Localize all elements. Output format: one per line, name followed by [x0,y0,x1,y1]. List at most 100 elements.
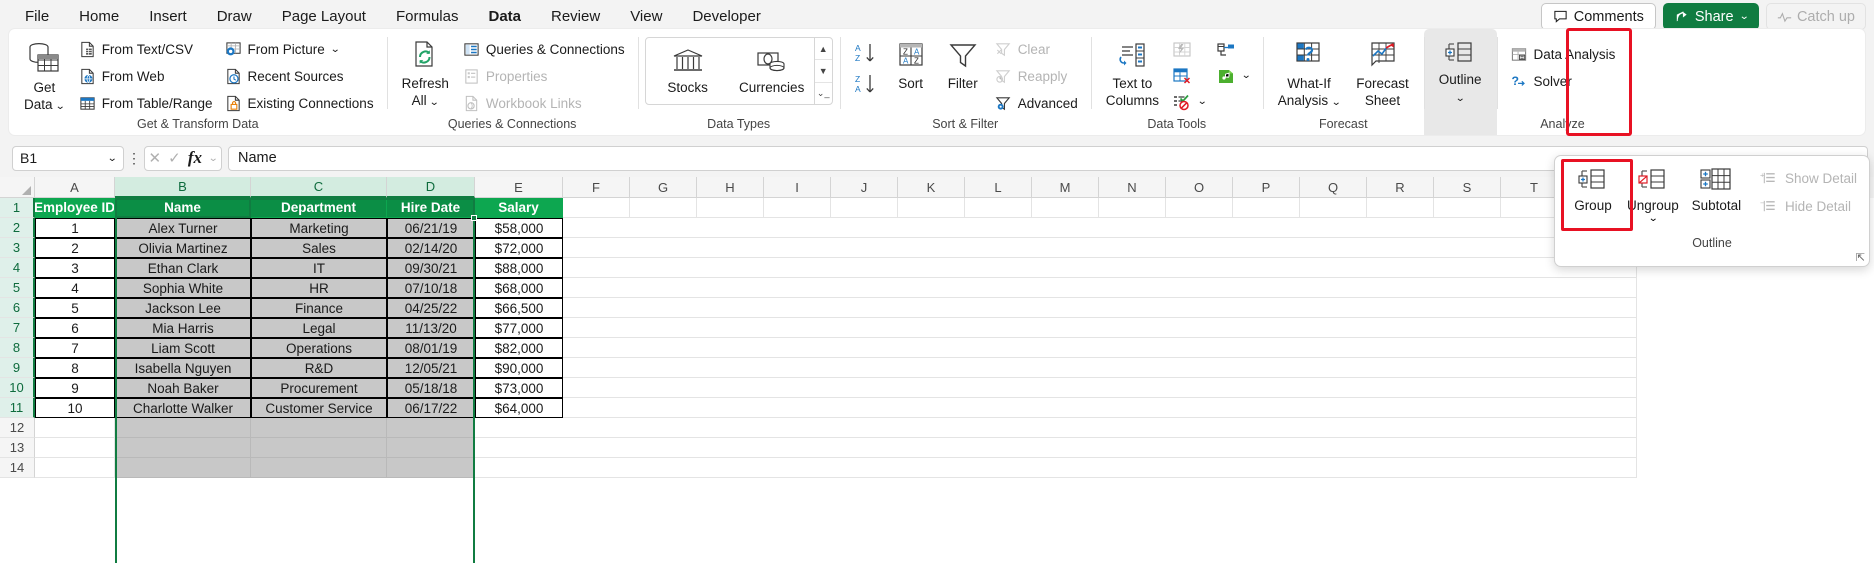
row-header-8[interactable]: 8 [0,338,35,358]
cell-B7[interactable]: Mia Harris [115,318,251,338]
tab-review[interactable]: Review [538,4,613,29]
row-header-5[interactable]: 5 [0,278,35,298]
chevron-down-icon[interactable]: ⌄ [208,153,218,164]
cell-B10[interactable]: Noah Baker [115,378,251,398]
solver-button[interactable]: ? Solver [1504,69,1622,94]
tab-data[interactable]: Data [475,4,534,34]
scroll-up-icon[interactable]: ▲ [814,38,832,61]
cell-C12[interactable] [251,418,387,438]
tab-draw[interactable]: Draw [204,4,265,29]
cell-B13[interactable] [115,438,251,458]
cell-D12[interactable] [387,418,475,438]
enter-icon[interactable]: ✓ [168,149,181,167]
cell-D4[interactable]: 09/30/21 [387,258,475,278]
cell-R1[interactable] [1367,198,1434,218]
cell-C7[interactable]: Legal [251,318,387,338]
tab-developer[interactable]: Developer [679,4,773,29]
cell-E4[interactable]: $88,000 [475,258,563,278]
relationships-button[interactable] [1211,37,1255,62]
data-analysis-button[interactable]: Data Analysis [1504,42,1622,67]
column-header-O[interactable]: O [1166,177,1233,198]
cell-C9[interactable]: R&D [251,358,387,378]
column-header-R[interactable]: R [1367,177,1434,198]
cell-L1[interactable] [965,198,1032,218]
tab-formulas[interactable]: Formulas [383,4,472,29]
filter-button[interactable]: Filter [937,36,989,93]
cancel-icon[interactable]: ✕ [149,149,162,167]
get-data-button[interactable]: Get Data ⌄ [16,36,73,116]
cell-B4[interactable]: Ethan Clark [115,258,251,278]
cell-D5[interactable]: 07/10/18 [387,278,475,298]
cell-P1[interactable] [1233,198,1300,218]
cell-H1[interactable] [697,198,764,218]
cell-I1[interactable] [764,198,831,218]
row-header-14[interactable]: 14 [0,458,35,478]
column-header-E[interactable]: E [475,177,563,198]
more-data-types-icon[interactable]: ⌄_ [815,83,832,104]
cell-B5[interactable]: Sophia White [115,278,251,298]
cell-E6[interactable]: $66,500 [475,298,563,318]
cell-J1[interactable] [831,198,898,218]
column-header-C[interactable]: C [251,177,387,198]
cell-E3[interactable]: $72,000 [475,238,563,258]
cell-A4[interactable]: 3 [35,258,115,278]
cell-D11[interactable]: 06/17/22 [387,398,475,418]
cell-C3[interactable]: Sales [251,238,387,258]
cell-A11[interactable]: 10 [35,398,115,418]
cell-D3[interactable]: 02/14/20 [387,238,475,258]
advanced-filter-button[interactable]: Advanced [989,91,1084,116]
cell-row14-rest[interactable] [475,458,1637,478]
cell-E7[interactable]: $77,000 [475,318,563,338]
row-header-10[interactable]: 10 [0,378,35,398]
cell-K1[interactable] [898,198,965,218]
cell-A10[interactable]: 9 [35,378,115,398]
cell-M1[interactable] [1032,198,1099,218]
row-header-4[interactable]: 4 [0,258,35,278]
column-header-J[interactable]: J [831,177,898,198]
cell-A1[interactable]: Employee ID [35,198,115,218]
cell-B9[interactable]: Isabella Nguyen [115,358,251,378]
existing-connections-button[interactable]: Existing Connections [219,91,380,116]
column-header-L[interactable]: L [965,177,1032,198]
cell-B14[interactable] [115,458,251,478]
cell-E11[interactable]: $64,000 [475,398,563,418]
cell-B1[interactable]: Name [115,198,251,218]
cell-C11[interactable]: Customer Service [251,398,387,418]
cell-A9[interactable]: 8 [35,358,115,378]
row-header-7[interactable]: 7 [0,318,35,338]
refresh-all-button[interactable]: Refresh All ⌄ [394,36,457,112]
column-header-F[interactable]: F [563,177,630,198]
column-header-K[interactable]: K [898,177,965,198]
cell-A8[interactable]: 7 [35,338,115,358]
cell-C6[interactable]: Finance [251,298,387,318]
sort-descending-button[interactable]: ZA [850,71,882,96]
cell-E1[interactable]: Salary [475,198,563,218]
scroll-down-icon[interactable]: ▼ [814,60,832,83]
cell-row7-rest[interactable] [563,318,1637,338]
tab-home[interactable]: Home [66,4,132,29]
cell-row12-rest[interactable] [475,418,1637,438]
cell-D13[interactable] [387,438,475,458]
row-header-12[interactable]: 12 [0,418,35,438]
cell-D14[interactable] [387,458,475,478]
insert-function-icon[interactable]: fx [188,148,202,168]
cell-C8[interactable]: Operations [251,338,387,358]
row-header-13[interactable]: 13 [0,438,35,458]
cell-B12[interactable] [115,418,251,438]
data-types-scrollbar[interactable]: ▲ ▼ ⌄_ [813,38,832,104]
column-header-N[interactable]: N [1099,177,1166,198]
cell-C2[interactable]: Marketing [251,218,387,238]
cell-D1[interactable]: Hire Date [387,198,475,218]
column-header-A[interactable]: A [35,177,115,198]
from-picture-button[interactable]: From Picture ⌄ [219,37,380,62]
cell-C5[interactable]: HR [251,278,387,298]
data-validation-button[interactable]: ⌄ [1167,89,1211,114]
cell-A13[interactable] [35,438,115,458]
recent-sources-button[interactable]: Recent Sources [219,64,380,89]
what-if-analysis-button[interactable]: What-If Analysis ⌄ [1270,36,1348,112]
cell-row4-rest[interactable] [563,258,1637,278]
column-header-I[interactable]: I [764,177,831,198]
tab-insert[interactable]: Insert [136,4,200,29]
column-header-H[interactable]: H [697,177,764,198]
cell-C10[interactable]: Procurement [251,378,387,398]
